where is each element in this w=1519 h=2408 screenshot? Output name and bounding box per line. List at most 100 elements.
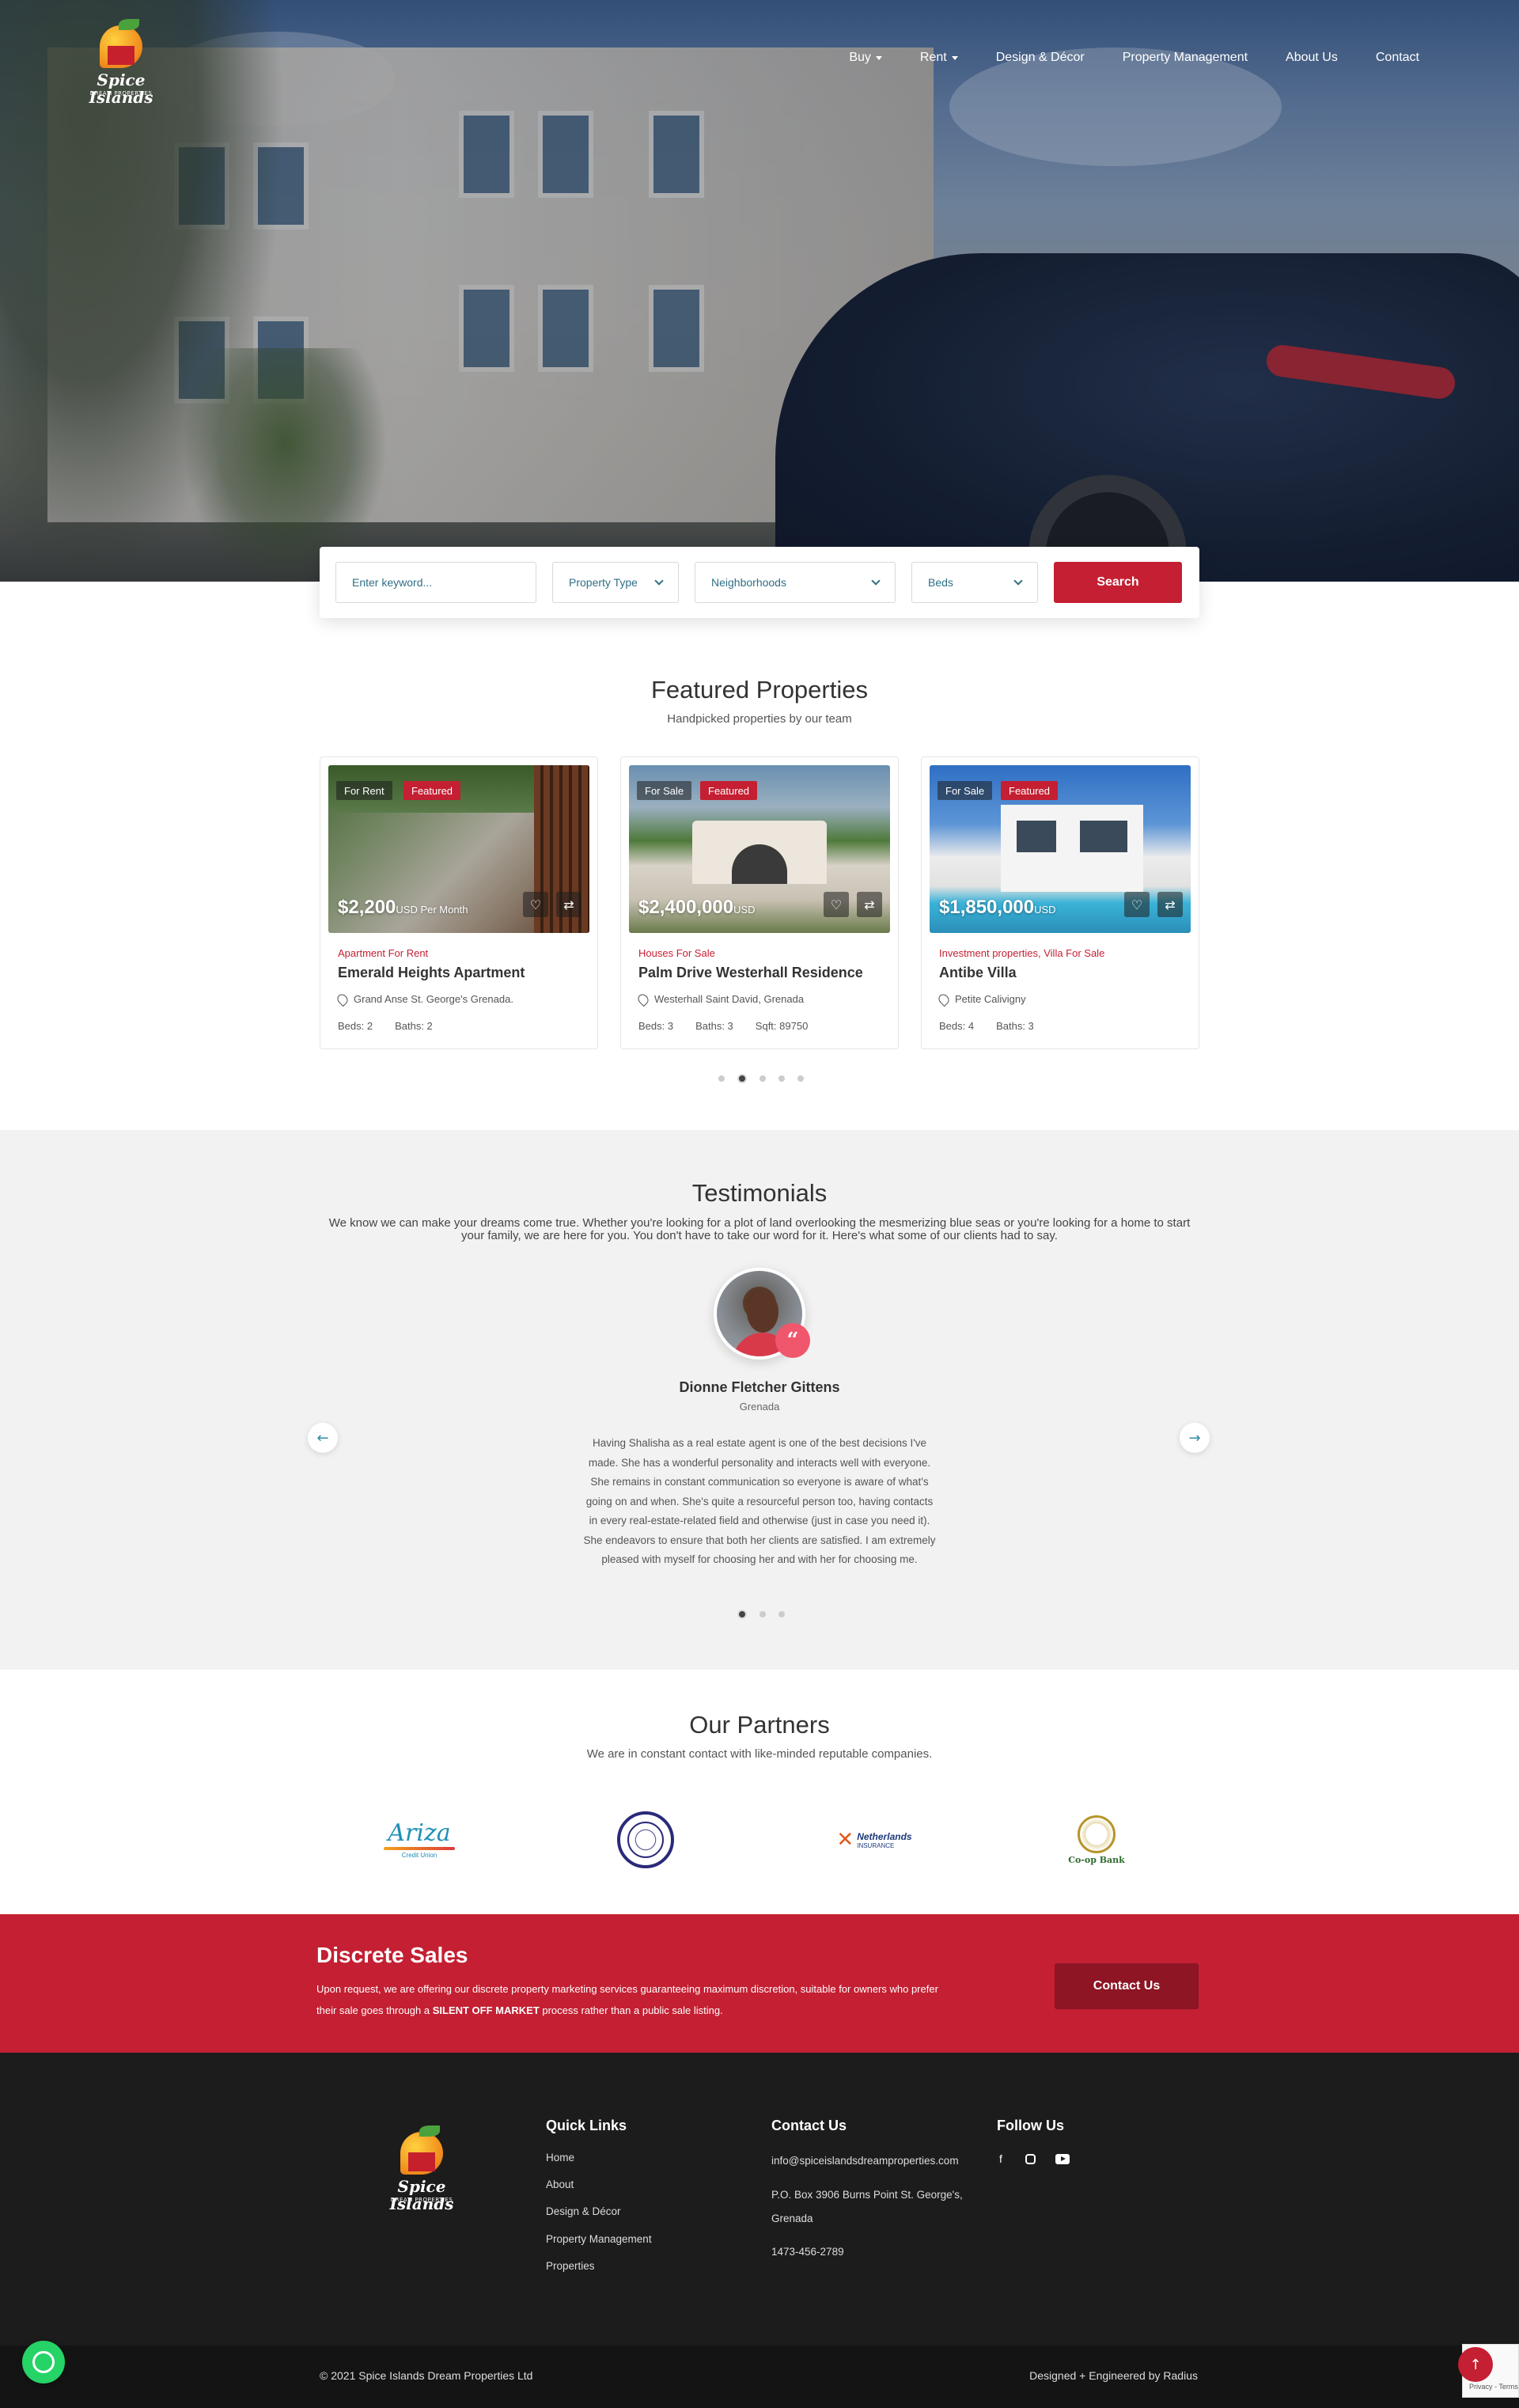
testimonials-intro: We know we can make your dreams come tru…: [328, 1216, 1191, 1242]
property-image[interactable]: For Sale Featured $1,850,000USD ♡ ⇄: [930, 765, 1191, 933]
footer-email[interactable]: info@spiceislandsdreamproperties.com: [771, 2149, 959, 2173]
youtube-icon[interactable]: [1053, 2149, 1072, 2168]
next-arrow-icon[interactable]: →: [1180, 1423, 1210, 1453]
property-price: $1,850,000USD: [939, 897, 1056, 919]
featured-title: Featured Properties: [651, 676, 868, 703]
spec-baths: Baths: 2: [395, 1020, 433, 1032]
whatsapp-icon[interactable]: [22, 2341, 65, 2383]
nav-item-property-management[interactable]: Property Management: [1123, 51, 1248, 65]
nav-label: Design & Décor: [995, 51, 1085, 64]
property-title[interactable]: Emerald Heights Apartment: [338, 965, 525, 981]
testimonial-location: Grenada: [739, 1401, 780, 1413]
spec-beds: Beds: 2: [338, 1020, 373, 1032]
contact-us-button[interactable]: Contact Us: [1055, 1963, 1199, 2009]
back-to-top-arrow-icon[interactable]: ↑: [1458, 2347, 1493, 2382]
footer-bottom-bar: [0, 2345, 1519, 2408]
property-price: $2,200USD Per Month: [338, 897, 468, 919]
property-type-value: Property Type: [569, 576, 638, 589]
property-image[interactable]: For Rent Featured $2,200USD Per Month ♡ …: [328, 765, 589, 933]
credit-text[interactable]: Designed + Engineered by Radius: [1029, 2369, 1198, 2382]
price-suffix: USD Per Month: [396, 904, 468, 916]
footer-link-properties[interactable]: Properties: [546, 2260, 595, 2272]
keyword-input[interactable]: [352, 576, 520, 589]
carousel-dot-active[interactable]: [737, 1610, 747, 1619]
main-navigation: Buy Rent Design & Décor Property Managem…: [849, 51, 1419, 65]
partner-logo-netherlands[interactable]: ✕ Netherlands INSURANCE: [831, 1804, 918, 1875]
favorite-heart-icon[interactable]: ♡: [523, 892, 548, 917]
footer-link-design-decor[interactable]: Design & Décor: [546, 2205, 621, 2217]
keyword-field[interactable]: [335, 562, 536, 603]
carousel-dot[interactable]: [760, 1611, 766, 1617]
property-card[interactable]: For Rent Featured $2,200USD Per Month ♡ …: [320, 757, 598, 1049]
nav-item-about-us[interactable]: About Us: [1286, 51, 1338, 65]
partner-logo-ariza[interactable]: Ariza Credit Union: [372, 1804, 467, 1875]
property-card[interactable]: For Sale Featured $2,400,000USD ♡ ⇄ Hous…: [620, 757, 899, 1049]
status-badge: For Rent: [336, 781, 392, 800]
nav-item-design-decor[interactable]: Design & Décor: [996, 51, 1085, 65]
property-card[interactable]: For Sale Featured $1,850,000USD ♡ ⇄ Inve…: [921, 757, 1199, 1049]
carousel-dot[interactable]: [718, 1075, 725, 1082]
nav-item-contact[interactable]: Contact: [1376, 51, 1419, 65]
footer-logo[interactable]: Spice Islands DREAM PROPERTIES: [378, 2125, 465, 2213]
copyright-text: © 2021 Spice Islands Dream Properties Lt…: [320, 2369, 533, 2382]
footer-phone[interactable]: 1473-456-2789: [771, 2240, 844, 2264]
nav-item-rent[interactable]: Rent: [920, 51, 958, 65]
carousel-dot[interactable]: [797, 1075, 804, 1082]
footer-link-about[interactable]: About: [546, 2179, 574, 2190]
price-suffix: USD: [733, 904, 756, 916]
address-text: Westerhall Saint David, Grenada: [654, 993, 805, 1005]
site-logo[interactable]: Spice Islands DREAM PROPERTIES: [78, 19, 165, 106]
facebook-icon[interactable]: f: [991, 2149, 1010, 2168]
partner-logo-coop-bank[interactable]: Co-op Bank: [1065, 1804, 1128, 1875]
spec-sqft: Sqft: 89750: [755, 1020, 809, 1032]
footer-link-property-management[interactable]: Property Management: [546, 2233, 652, 2245]
property-specs: Beds: 3 Baths: 3 Sqft: 89750: [638, 1020, 808, 1032]
carousel-dot[interactable]: [778, 1075, 785, 1082]
status-badge: For Sale: [637, 781, 692, 800]
nav-item-buy[interactable]: Buy: [849, 51, 882, 65]
compare-arrows-icon[interactable]: ⇄: [556, 892, 581, 917]
carousel-dot[interactable]: [778, 1611, 785, 1617]
netherlands-logo-text: Netherlands: [857, 1830, 912, 1842]
property-address: Westerhall Saint David, Grenada: [635, 992, 805, 1007]
partner-logo-seal[interactable]: [614, 1804, 677, 1875]
discrete-text-part: process rather than a public sale listin…: [539, 2004, 723, 2016]
search-button[interactable]: Search: [1054, 562, 1182, 603]
testimonials-section: [0, 1130, 1519, 1670]
address-text: Grand Anse St. George's Grenada.: [354, 993, 513, 1005]
property-category[interactable]: Investment properties, Villa For Sale: [939, 947, 1104, 959]
featured-badge: Featured: [700, 781, 758, 800]
chevron-down-icon: [654, 576, 664, 586]
carousel-dot-active[interactable]: [737, 1074, 747, 1083]
prev-arrow-icon[interactable]: ←: [308, 1423, 338, 1453]
property-category[interactable]: Houses For Sale: [638, 947, 715, 959]
logo-text: Spice Islands: [389, 2177, 454, 2213]
property-image[interactable]: For Sale Featured $2,400,000USD ♡ ⇄: [629, 765, 890, 933]
property-title[interactable]: Palm Drive Westerhall Residence: [638, 965, 863, 981]
follow-us-title: Follow Us: [997, 2118, 1064, 2133]
footer-address: P.O. Box 3906 Burns Point St. George's, …: [771, 2189, 963, 2224]
property-type-select[interactable]: Property Type: [552, 562, 679, 603]
discrete-sales-title: Discrete Sales: [316, 1943, 468, 1967]
instagram-icon[interactable]: [1021, 2149, 1040, 2168]
neighborhoods-select[interactable]: Neighborhoods: [695, 562, 896, 603]
ariza-logo-text: Ariza: [388, 1818, 451, 1847]
map-pin-icon: [936, 992, 952, 1007]
favorite-heart-icon[interactable]: ♡: [1124, 892, 1150, 917]
map-pin-icon: [335, 992, 350, 1007]
footer-link-home[interactable]: Home: [546, 2152, 574, 2163]
property-title[interactable]: Antibe Villa: [939, 965, 1017, 981]
property-price: $2,400,000USD: [638, 897, 756, 919]
favorite-heart-icon[interactable]: ♡: [824, 892, 849, 917]
carousel-dot[interactable]: [760, 1075, 766, 1082]
price-suffix: USD: [1034, 904, 1056, 916]
testimonial-quote: Having Shalisha as a real estate agent i…: [583, 1437, 936, 1565]
beds-select[interactable]: Beds: [911, 562, 1038, 603]
property-category[interactable]: Apartment For Rent: [338, 947, 428, 959]
coop-bank-logo-text: Co-op Bank: [1068, 1854, 1125, 1865]
compare-arrows-icon[interactable]: ⇄: [857, 892, 882, 917]
status-badge: For Sale: [938, 781, 993, 800]
spec-beds: Beds: 4: [939, 1020, 975, 1032]
compare-arrows-icon[interactable]: ⇄: [1157, 892, 1183, 917]
nav-label: About Us: [1286, 51, 1338, 64]
